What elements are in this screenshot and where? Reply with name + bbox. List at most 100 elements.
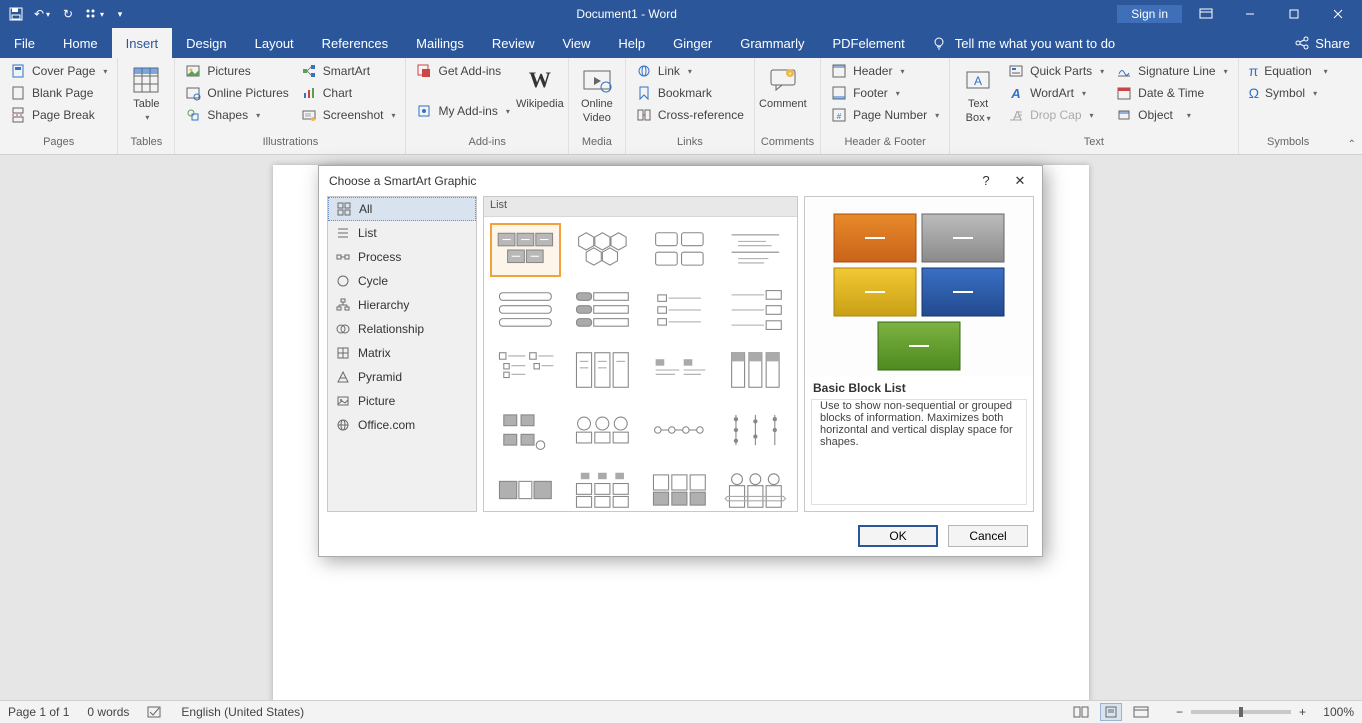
gallery-item[interactable]	[644, 223, 715, 277]
tab-file[interactable]: File	[0, 28, 49, 58]
redo-icon[interactable]: ↻	[56, 3, 80, 25]
footer-button[interactable]: Footer▾	[827, 82, 943, 104]
gallery-item[interactable]	[567, 463, 638, 511]
gallery-item[interactable]	[567, 343, 638, 397]
tab-help[interactable]: Help	[604, 28, 659, 58]
tab-grammarly[interactable]: Grammarly	[726, 28, 818, 58]
smartart-button[interactable]: SmartArt	[297, 60, 400, 82]
gallery-item[interactable]	[567, 283, 638, 337]
close-icon[interactable]	[1318, 0, 1358, 28]
drop-cap-button[interactable]: ADrop Cap▾	[1004, 104, 1108, 126]
gallery-item[interactable]	[490, 283, 561, 337]
category-hierarchy[interactable]: Hierarchy	[328, 293, 476, 317]
link-button[interactable]: Link▾	[632, 60, 748, 82]
gallery-item[interactable]	[644, 343, 715, 397]
print-layout-icon[interactable]	[1100, 703, 1122, 721]
status-language[interactable]: English (United States)	[181, 705, 304, 719]
minimize-icon[interactable]	[1230, 0, 1270, 28]
tab-review[interactable]: Review	[478, 28, 549, 58]
blank-page-button[interactable]: Blank Page	[6, 82, 111, 104]
bookmark-button[interactable]: Bookmark	[632, 82, 748, 104]
cross-reference-button[interactable]: Cross-reference	[632, 104, 748, 126]
tab-pdfelement[interactable]: PDFelement	[818, 28, 918, 58]
category-matrix[interactable]: Matrix	[328, 341, 476, 365]
gallery-item[interactable]	[720, 283, 791, 337]
header-button[interactable]: Header▾	[827, 60, 943, 82]
read-mode-icon[interactable]	[1070, 703, 1092, 721]
page-number-button[interactable]: #Page Number▾	[827, 104, 943, 126]
category-list[interactable]: List	[328, 221, 476, 245]
undo-icon[interactable]: ↶▾	[30, 3, 54, 25]
category-pyramid[interactable]: Pyramid	[328, 365, 476, 389]
category-all[interactable]: All	[328, 197, 476, 221]
maximize-icon[interactable]	[1274, 0, 1314, 28]
category-process[interactable]: Process	[328, 245, 476, 269]
screenshot-button[interactable]: Screenshot▾	[297, 104, 400, 126]
gallery-item[interactable]	[720, 463, 791, 511]
tell-me-search[interactable]: Tell me what you want to do	[919, 28, 1127, 58]
tab-insert[interactable]: Insert	[112, 28, 173, 58]
wikipedia-button[interactable]: W Wikipedia	[518, 60, 562, 110]
tab-ginger[interactable]: Ginger	[659, 28, 726, 58]
tab-view[interactable]: View	[548, 28, 604, 58]
wordart-button[interactable]: AWordArt▾	[1004, 82, 1108, 104]
chart-button[interactable]: Chart	[297, 82, 400, 104]
category-cycle[interactable]: Cycle	[328, 269, 476, 293]
gallery-item[interactable]	[490, 463, 561, 511]
online-pictures-button[interactable]: Online Pictures	[181, 82, 292, 104]
gallery-item[interactable]	[720, 403, 791, 457]
tab-mailings[interactable]: Mailings	[402, 28, 478, 58]
zoom-slider[interactable]	[1191, 710, 1291, 714]
gallery-item[interactable]	[720, 343, 791, 397]
comment-button[interactable]: + Comment	[761, 60, 805, 110]
gallery-item[interactable]	[644, 463, 715, 511]
ok-button[interactable]: OK	[858, 525, 938, 547]
category-office-com[interactable]: Office.com	[328, 413, 476, 437]
dialog-close-icon[interactable]: ✕	[1008, 173, 1032, 189]
gallery-item-basic-block-list[interactable]	[490, 223, 561, 277]
zoom-level[interactable]: 100%	[1314, 705, 1354, 719]
tab-references[interactable]: References	[308, 28, 402, 58]
gallery-item[interactable]	[567, 403, 638, 457]
tab-design[interactable]: Design	[172, 28, 240, 58]
gallery-item[interactable]	[490, 403, 561, 457]
gallery-item[interactable]	[644, 283, 715, 337]
zoom-out-button[interactable]: −	[1176, 705, 1183, 719]
zoom-in-button[interactable]: +	[1299, 705, 1306, 719]
status-page[interactable]: Page 1 of 1	[8, 705, 69, 719]
ribbon-display-icon[interactable]	[1186, 0, 1226, 28]
status-words[interactable]: 0 words	[87, 705, 129, 719]
gallery-grid[interactable]	[484, 217, 797, 511]
my-addins-button[interactable]: My Add-ins▾	[412, 100, 513, 122]
sign-in-button[interactable]: Sign in	[1117, 5, 1182, 23]
collapse-ribbon-icon[interactable]: ⌃	[1348, 139, 1356, 150]
get-addins-button[interactable]: Get Add-ins	[412, 60, 513, 82]
gallery-item[interactable]	[644, 403, 715, 457]
gallery-item[interactable]	[490, 343, 561, 397]
quick-parts-button[interactable]: Quick Parts▾	[1004, 60, 1108, 82]
online-video-button[interactable]: OnlineVideo	[575, 60, 619, 124]
pictures-button[interactable]: Pictures	[181, 60, 292, 82]
text-box-button[interactable]: A TextBox▾	[956, 60, 1000, 125]
date-time-button[interactable]: Date & Time	[1112, 82, 1231, 104]
gallery-item[interactable]	[720, 223, 791, 277]
symbol-button[interactable]: ΩSymbol▾	[1245, 82, 1332, 104]
dialog-titlebar[interactable]: Choose a SmartArt Graphic ? ✕	[319, 166, 1042, 196]
dialog-help-icon[interactable]: ?	[974, 173, 998, 189]
table-button[interactable]: Table▾	[124, 60, 168, 124]
share-button[interactable]: Share	[1283, 28, 1362, 58]
web-layout-icon[interactable]	[1130, 703, 1152, 721]
tab-home[interactable]: Home	[49, 28, 112, 58]
gallery-item[interactable]	[567, 223, 638, 277]
save-icon[interactable]	[4, 3, 28, 25]
proofing-icon[interactable]	[147, 705, 163, 719]
page-break-button[interactable]: Page Break	[6, 104, 111, 126]
qat-more-icon[interactable]: ▾	[82, 3, 106, 25]
cover-page-button[interactable]: Cover Page▾	[6, 60, 111, 82]
category-relationship[interactable]: Relationship	[328, 317, 476, 341]
signature-line-button[interactable]: Signature Line▾	[1112, 60, 1231, 82]
qat-customize-icon[interactable]: ▾	[108, 3, 132, 25]
tab-layout[interactable]: Layout	[241, 28, 308, 58]
shapes-button[interactable]: Shapes▾	[181, 104, 292, 126]
object-button[interactable]: Object▾	[1112, 104, 1231, 126]
